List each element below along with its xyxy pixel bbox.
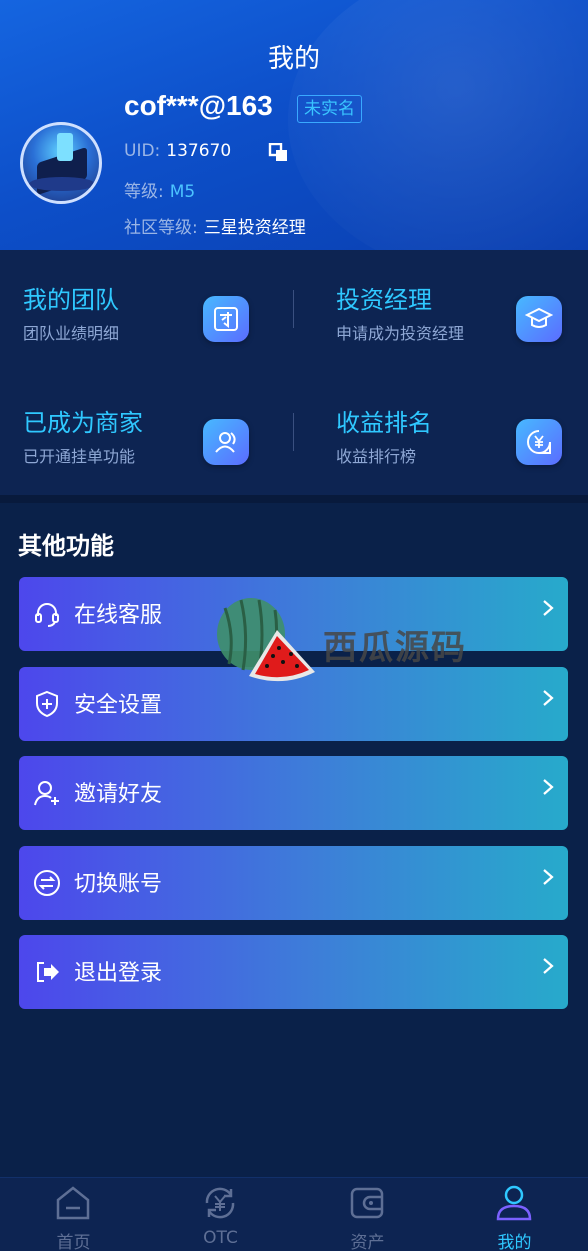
tab-otc[interactable]: OTC [147,1178,294,1251]
community-level-row: 社区等级: 三星投资经理 [124,213,306,238]
verify-status-badge[interactable]: 未实名 [297,95,362,123]
tab-label: OTC [203,1228,238,1248]
chevron-right-icon [543,600,554,616]
grid-item-title: 我的团队 [23,286,119,314]
avatar[interactable] [20,122,102,204]
menu-item-label: 退出登录 [74,961,163,986]
uid-row: UID: 137670 [124,141,231,161]
page-title: 我的 [267,44,320,74]
shortcut-grid: 我的团队 团队业绩明细 投资经理 申请成为投资经理 已成为商家 已开通挂单功能 … [0,250,588,495]
otc-yen-icon [205,1187,235,1219]
chevron-right-icon [543,958,554,974]
grid-item-title: 收益排名 [336,409,432,437]
username: cof***@163 [124,90,273,121]
community-level-value: 三星投资经理 [203,218,306,238]
profile-icon [496,1185,532,1221]
divider [293,413,294,451]
bottom-tab-bar: 首页 OTC 资产 我的 [0,1177,588,1251]
grid-item-title: 投资经理 [336,286,432,314]
uid-value: 137670 [166,141,232,161]
profile-header: 我的 cof***@163 未实名 UID: 137670 等级: M5 社区等级:… [0,0,588,250]
menu-item-label: 安全设置 [74,693,163,718]
menu-item-switch-account[interactable]: 切换账号 [19,846,568,920]
avatar-screen [57,133,73,161]
menu-item-logout[interactable]: 退出登录 [19,935,568,1009]
tab-assets[interactable]: 资产 [294,1178,441,1251]
grid-item-earnings-rank[interactable]: 收益排名 收益排行榜 [313,383,588,493]
level-label: 等级: [124,182,164,202]
yen-rank-icon [516,419,562,465]
menu-item-label: 在线客服 [74,603,163,628]
grid-item-title: 已成为商家 [23,409,143,437]
merchant-user-icon [203,419,249,465]
copy-icon[interactable] [268,143,290,163]
menu-item-label: 切换账号 [74,872,163,897]
tab-profile[interactable]: 我的 [441,1178,588,1251]
section-title-other: 其他功能 [18,532,114,560]
tab-label: 资产 [350,1233,385,1251]
switch-icon [34,870,60,896]
grid-item-investment-manager[interactable]: 投资经理 申请成为投资经理 [313,260,588,370]
logout-icon [37,962,59,982]
watermark-text: 西瓜源码 [323,628,467,668]
wallet-icon [350,1187,384,1219]
divider [293,290,294,328]
grid-item-subtitle: 收益排行榜 [336,447,417,466]
chevron-right-icon [543,779,554,795]
tab-label: 首页 [56,1233,91,1251]
headset-icon [35,603,59,627]
menu-item-label: 邀请好友 [74,782,163,807]
uid-label: UID: [124,141,161,161]
shield-icon [36,690,58,718]
watermelon-logo-icon [217,598,315,682]
add-user-icon [34,781,59,806]
watermark: 西瓜源码 [205,596,505,686]
grid-item-subtitle: 已开通挂单功能 [23,447,136,466]
avatar-base [29,177,95,191]
grid-item-subtitle: 申请成为投资经理 [336,324,465,343]
team-icon [203,296,249,342]
community-level-label: 社区等级: [124,218,198,238]
level-value: M5 [169,182,196,202]
graduation-cap-icon [516,296,562,342]
grid-item-team[interactable]: 我的团队 团队业绩明细 [0,260,290,370]
chevron-right-icon [543,690,554,706]
grid-item-merchant[interactable]: 已成为商家 已开通挂单功能 [0,383,290,493]
tab-home[interactable]: 首页 [0,1178,147,1251]
menu-item-invite-friends[interactable]: 邀请好友 [19,756,568,830]
chevron-right-icon [543,869,554,885]
home-icon [56,1186,90,1220]
grid-item-subtitle: 团队业绩明细 [23,324,120,343]
panel-separator [0,495,588,503]
tab-label: 我的 [497,1233,532,1251]
level-row: 等级: M5 [124,177,195,202]
